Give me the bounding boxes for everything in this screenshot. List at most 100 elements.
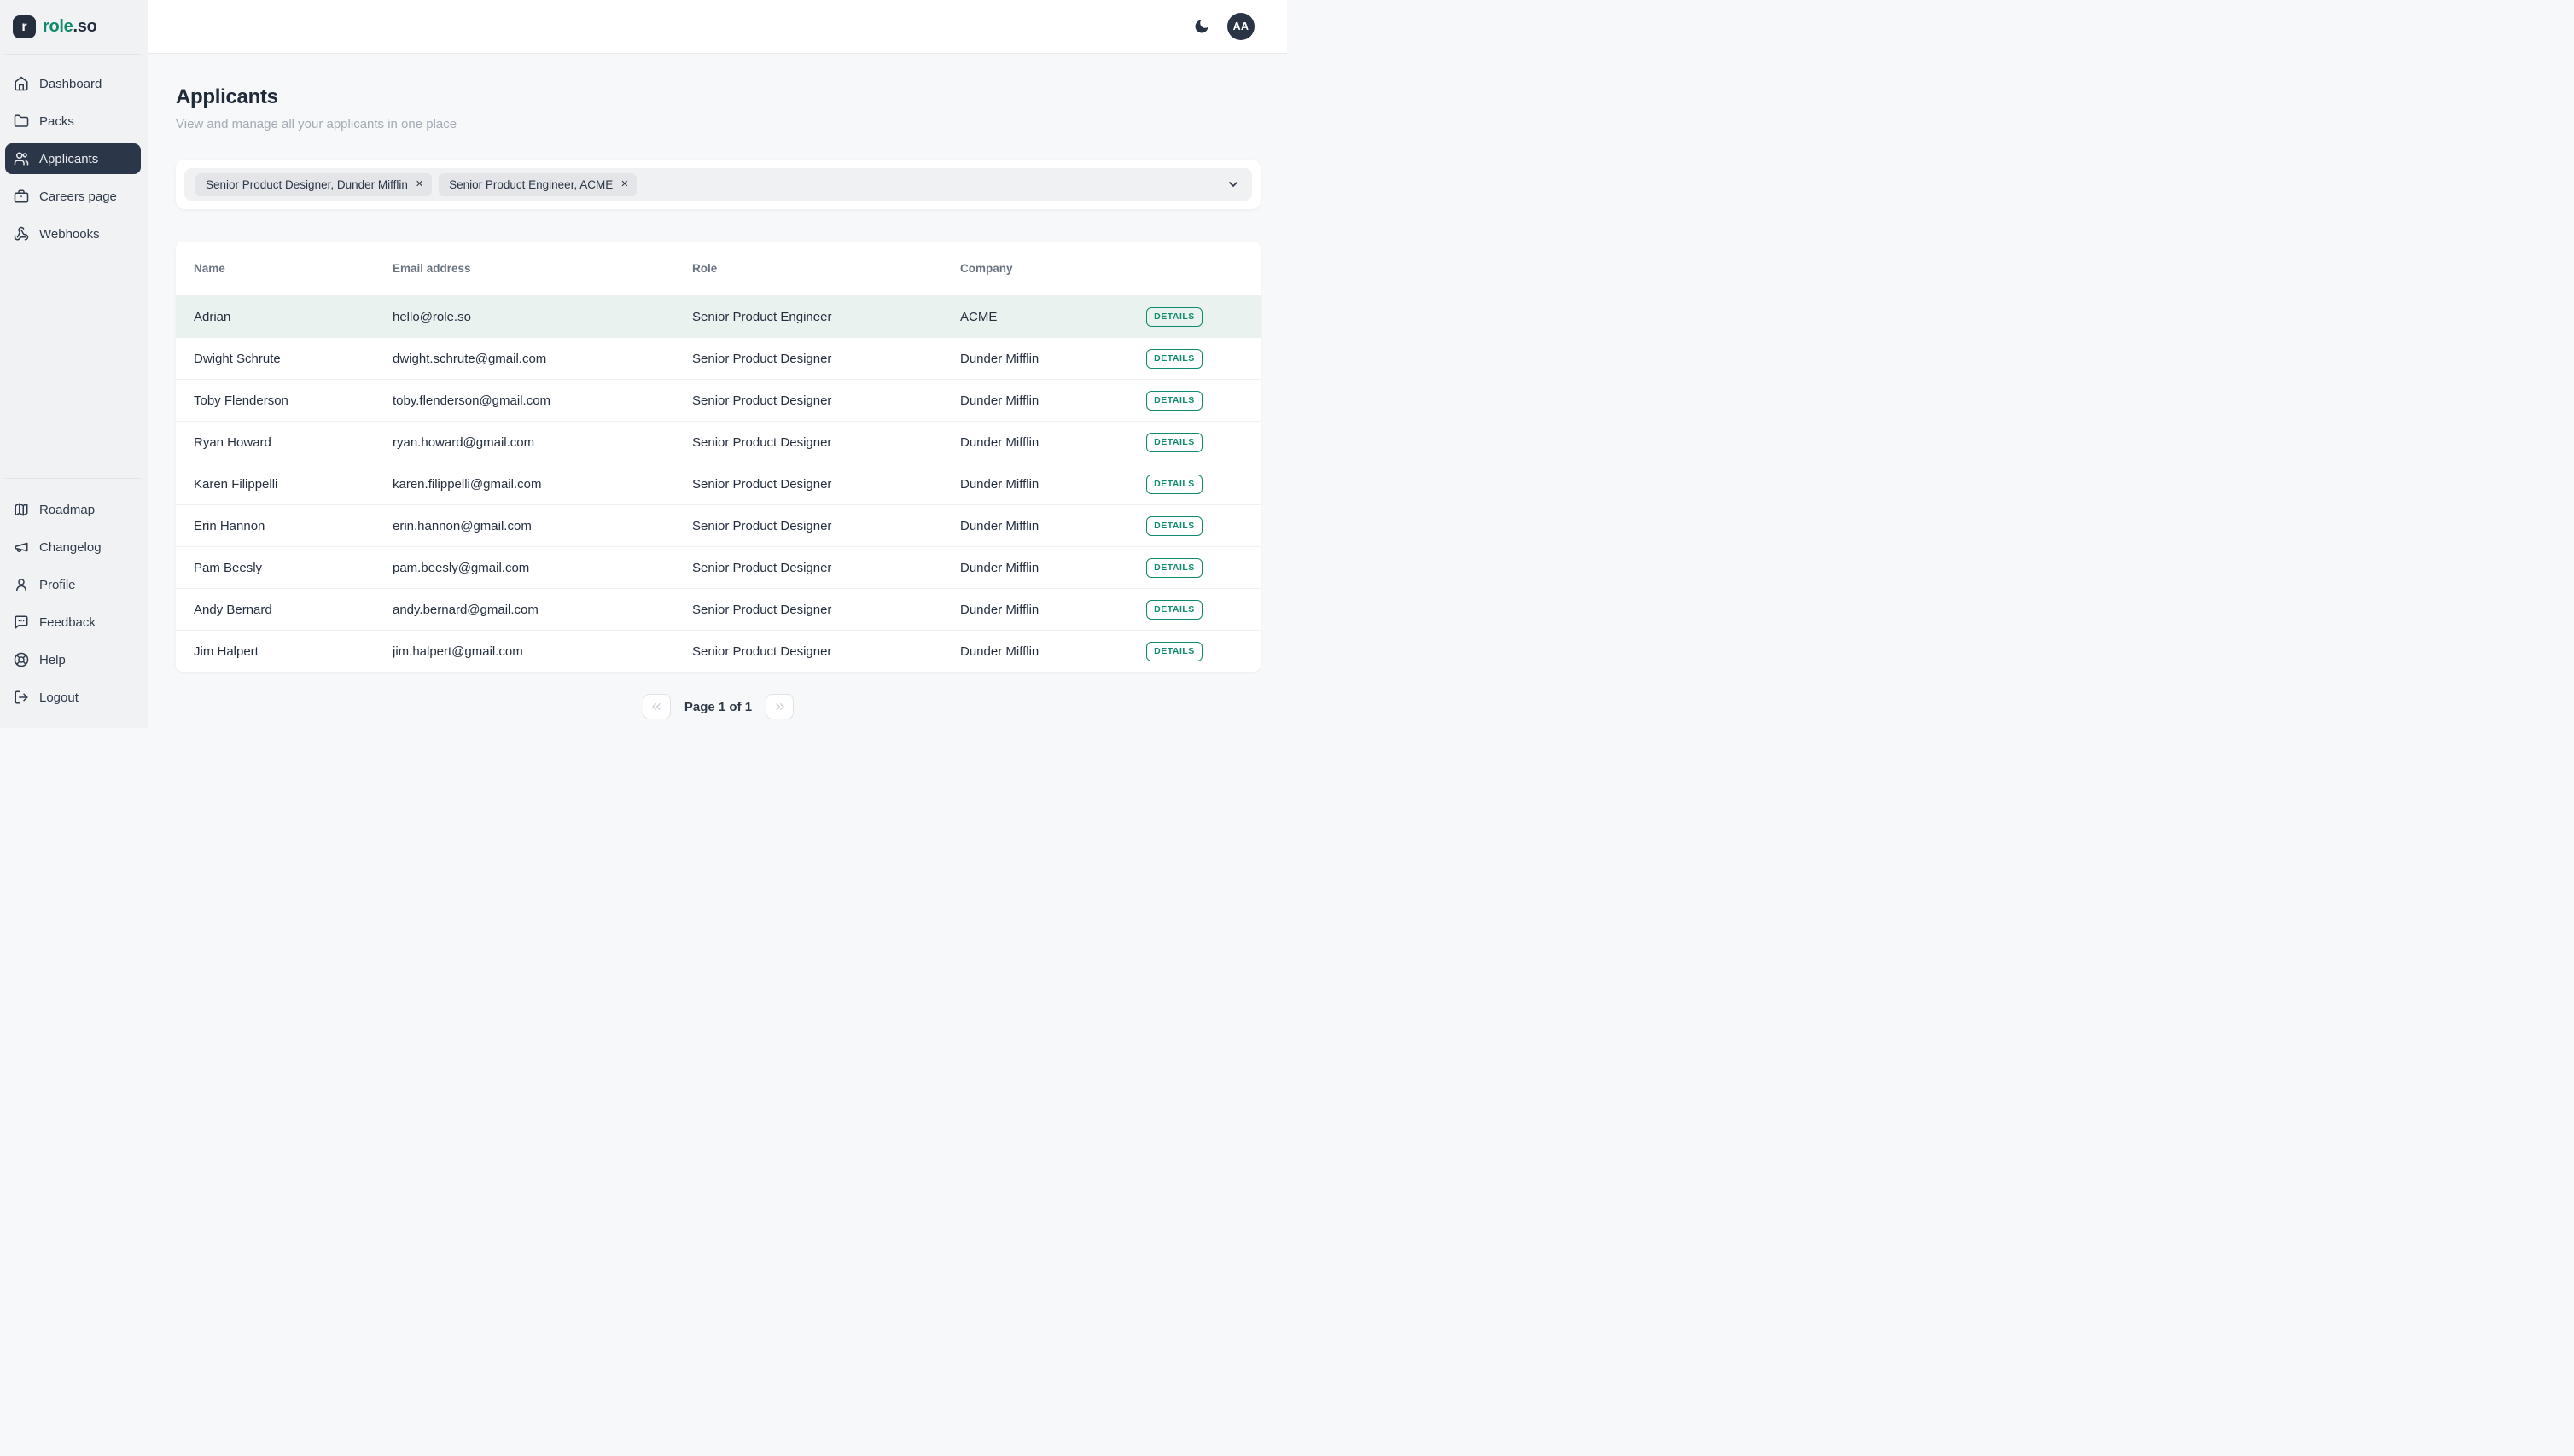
app-root: r role.so Dashboard Packs Applicants Career…: [0, 0, 1287, 728]
page-subtitle: View and manage all your applicants in o…: [176, 117, 1261, 132]
filter-tag[interactable]: Senior Product Engineer, ACME ✕: [439, 173, 637, 196]
table-row: Toby Flendersontoby.flenderson@gmail.com…: [176, 379, 1261, 421]
briefcase-icon: [14, 189, 29, 204]
details-button[interactable]: DETAILS: [1146, 391, 1203, 411]
cell-company: Dunder Mifflin: [960, 477, 1146, 492]
avatar[interactable]: AA: [1227, 13, 1255, 40]
map-icon: [14, 502, 29, 517]
cell-name: Pam Beesly: [194, 561, 393, 575]
sidebar-item-label: Careers page: [39, 189, 117, 204]
cell-name: Erin Hannon: [194, 519, 393, 533]
brand-logo-letter: r: [21, 20, 26, 35]
sidebar-item-webhooks[interactable]: Webhooks: [5, 218, 141, 249]
sidebar-secondary-nav: Roadmap Changelog Profile Feedback Help Logou…: [0, 479, 148, 728]
column-header-email: Email address: [393, 262, 692, 275]
sidebar-spacer: [0, 256, 148, 478]
cell-role: Senior Product Designer: [692, 561, 960, 575]
users-icon: [14, 151, 29, 166]
cell-role: Senior Product Designer: [692, 603, 960, 617]
pagination-label: Page 1 of 1: [684, 700, 752, 714]
details-button[interactable]: DETAILS: [1146, 558, 1203, 578]
details-button[interactable]: DETAILS: [1146, 516, 1203, 536]
column-header-role: Role: [692, 262, 960, 275]
sidebar-item-label: Logout: [39, 690, 79, 705]
column-header-company: Company: [960, 262, 1146, 275]
page-title: Applicants: [176, 84, 1261, 109]
cell-name: Ryan Howard: [194, 435, 393, 450]
pagination-next-button[interactable]: [766, 694, 794, 719]
table-row: Pam Beeslypam.beesly@gmail.comSenior Pro…: [176, 546, 1261, 588]
logout-icon: [14, 690, 29, 705]
sidebar-item-profile[interactable]: Profile: [5, 569, 141, 600]
brand-logo-mark: r: [13, 15, 36, 38]
sidebar-main-nav: Dashboard Packs Applicants Careers page Webh…: [0, 55, 148, 256]
avatar-initials: AA: [1233, 20, 1249, 32]
sidebar-item-label: Packs: [39, 114, 74, 129]
cell-role: Senior Product Designer: [692, 352, 960, 366]
cell-role: Senior Product Designer: [692, 435, 960, 450]
close-icon[interactable]: ✕: [416, 180, 423, 189]
theme-toggle-button[interactable]: [1191, 16, 1212, 37]
sidebar-item-label: Roadmap: [39, 503, 95, 517]
sidebar-item-changelog[interactable]: Changelog: [5, 532, 141, 562]
details-button[interactable]: DETAILS: [1146, 307, 1203, 327]
cell-name: Adrian: [194, 310, 393, 324]
sidebar-item-label: Dashboard: [39, 77, 102, 91]
filter-multiselect[interactable]: Senior Product Designer, Dunder Mifflin ✕…: [184, 168, 1252, 201]
close-icon[interactable]: ✕: [620, 180, 628, 189]
cell-name: Toby Flenderson: [194, 393, 393, 408]
pagination-prev-button[interactable]: [643, 694, 671, 719]
table-header-row: Name Email address Role Company: [176, 242, 1261, 295]
megaphone-icon: [14, 539, 29, 555]
sidebar-item-applicants[interactable]: Applicants: [5, 143, 141, 174]
table-row: Adrianhello@role.soSenior Product Engine…: [176, 295, 1261, 337]
details-button[interactable]: DETAILS: [1146, 600, 1203, 620]
details-button[interactable]: DETAILS: [1146, 433, 1203, 452]
cell-email: hello@role.so: [393, 310, 692, 324]
cell-email: ryan.howard@gmail.com: [393, 435, 692, 450]
sidebar-item-label: Feedback: [39, 615, 96, 630]
main-column: AA Applicants View and manage all your a…: [148, 0, 1287, 728]
sidebar-item-dashboard[interactable]: Dashboard: [5, 68, 141, 99]
home-icon: [14, 76, 29, 91]
sidebar-item-label: Profile: [39, 578, 76, 592]
cell-name: Dwight Schrute: [194, 352, 393, 366]
sidebar-item-feedback[interactable]: Feedback: [5, 607, 141, 638]
cell-email: andy.bernard@gmail.com: [393, 603, 692, 617]
table-row: Dwight Schrutedwight.schrute@gmail.comSe…: [176, 337, 1261, 379]
chevron-down-icon[interactable]: [1226, 178, 1240, 191]
cell-role: Senior Product Designer: [692, 477, 960, 492]
filter-tag[interactable]: Senior Product Designer, Dunder Mifflin ✕: [195, 173, 432, 196]
pagination: Page 1 of 1: [176, 694, 1261, 719]
cell-email: erin.hannon@gmail.com: [393, 519, 692, 533]
filter-tag-label: Senior Product Engineer, ACME: [449, 178, 613, 191]
sidebar-item-roadmap[interactable]: Roadmap: [5, 494, 141, 525]
cell-company: Dunder Mifflin: [960, 352, 1146, 366]
cell-email: pam.beesly@gmail.com: [393, 561, 692, 575]
cell-name: Karen Filippelli: [194, 477, 393, 492]
page-content: Applicants View and manage all your appl…: [148, 54, 1287, 728]
filter-tag-label: Senior Product Designer, Dunder Mifflin: [206, 178, 408, 191]
webhook-icon: [14, 226, 29, 242]
details-button[interactable]: DETAILS: [1146, 475, 1203, 494]
details-button[interactable]: DETAILS: [1146, 349, 1203, 369]
cell-company: ACME: [960, 310, 1146, 324]
applicants-table: Name Email address Role Company Adrianhe…: [176, 242, 1261, 672]
brand-logo[interactable]: r role.so: [0, 0, 148, 54]
details-button[interactable]: DETAILS: [1146, 642, 1203, 661]
brand-name: role.so: [43, 17, 96, 37]
sidebar-item-careers-page[interactable]: Careers page: [5, 181, 141, 212]
lifebuoy-icon: [14, 652, 29, 667]
cell-company: Dunder Mifflin: [960, 644, 1146, 659]
sidebar-item-logout[interactable]: Logout: [5, 682, 141, 713]
cell-email: toby.flenderson@gmail.com: [393, 393, 692, 408]
user-icon: [14, 577, 29, 592]
cell-role: Senior Product Designer: [692, 644, 960, 659]
cell-email: dwight.schrute@gmail.com: [393, 352, 692, 366]
sidebar-item-label: Help: [39, 653, 66, 667]
message-dots-icon: [14, 614, 29, 630]
sidebar-item-help[interactable]: Help: [5, 644, 141, 675]
sidebar-item-label: Applicants: [39, 152, 98, 166]
cell-company: Dunder Mifflin: [960, 519, 1146, 533]
sidebar-item-packs[interactable]: Packs: [5, 106, 141, 137]
